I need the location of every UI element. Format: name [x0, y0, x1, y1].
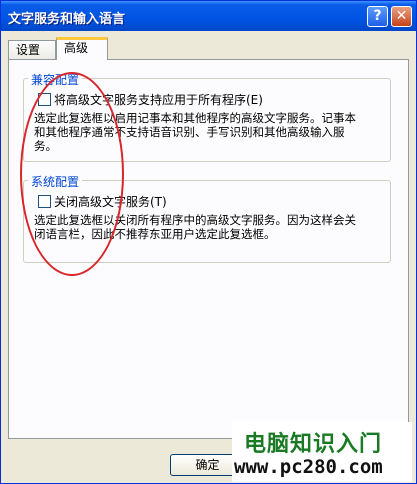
compat-desc-line: 务。	[34, 139, 57, 153]
compat-checkbox-row[interactable]: 将高级文字服务支持应用于所有程序(E)	[38, 91, 263, 108]
system-desc-line: 闭语言栏，因此不推荐东亚用户选定此复选框。	[34, 227, 276, 241]
compat-checkbox-label: 将高级文字服务支持应用于所有程序(E)	[54, 93, 263, 107]
compat-desc-line: 选定此复选框以启用记事本和其他程序的高级文字服务。记事本	[34, 111, 356, 125]
tab-advanced[interactable]: 高级	[56, 37, 108, 60]
compat-checkbox[interactable]	[38, 93, 51, 106]
watermark: 电脑知识入门 www.pc280.com	[232, 422, 412, 482]
watermark-text: 电脑知识入门	[244, 432, 383, 457]
system-checkbox-row[interactable]: 关闭高级文字服务(T)	[38, 193, 167, 210]
system-config-group: 系统配置 关闭高级文字服务(T) 选定此复选框以关闭所有程序中的高级文字服务。因…	[23, 173, 391, 263]
compat-group-title: 兼容配置	[28, 71, 83, 88]
help-icon: ?	[373, 8, 382, 24]
title-bar[interactable]: 文字服务和输入语言 ? ✕	[1, 1, 416, 31]
system-checkbox-label: 关闭高级文字服务(T)	[54, 195, 167, 209]
help-button[interactable]: ?	[367, 6, 388, 27]
dialog-window: 文字服务和输入语言 ? ✕ 设置 高级 兼容配置 将高级文字服务支持应用于所有程…	[0, 0, 417, 484]
window-title: 文字服务和输入语言	[8, 12, 126, 27]
compat-description: 选定此复选框以启用记事本和其他程序的高级文字服务。记事本 和其他程序通常不支持语…	[34, 111, 390, 153]
watermark-url: www.pc280.com	[234, 456, 383, 478]
system-desc-line: 选定此复选框以关闭所有程序中的高级文字服务。因为这样会关	[34, 213, 356, 227]
compat-desc-line: 和其他程序通常不支持语音识别、手写识别和其他高级输入服	[34, 125, 345, 139]
system-checkbox[interactable]	[38, 195, 51, 208]
close-button[interactable]: ✕	[391, 6, 412, 27]
tab-panel-advanced: 兼容配置 将高级文字服务支持应用于所有程序(E) 选定此复选框以启用记事本和其他…	[8, 59, 409, 439]
system-group-title: 系统配置	[28, 173, 83, 190]
tab-settings[interactable]: 设置	[8, 40, 56, 59]
compat-config-group: 兼容配置 将高级文字服务支持应用于所有程序(E) 选定此复选框以启用记事本和其他…	[23, 71, 391, 162]
system-description: 选定此复选框以关闭所有程序中的高级文字服务。因为这样会关 闭语言栏，因此不推荐东…	[34, 213, 390, 241]
close-icon: ✕	[395, 8, 408, 24]
